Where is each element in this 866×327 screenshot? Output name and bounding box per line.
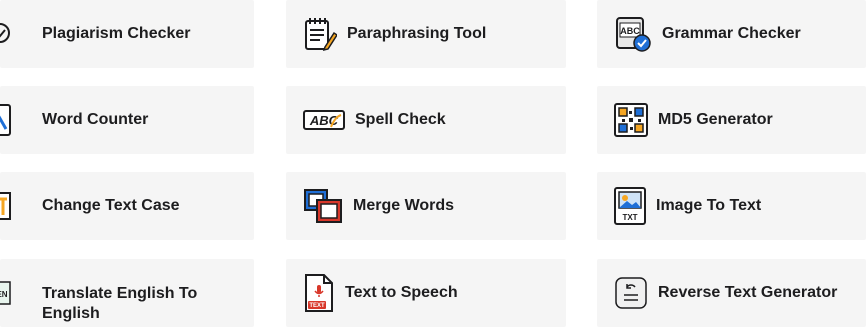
notepad-pencil-icon [305,18,337,52]
tool-label: Reverse Text Generator [658,284,838,301]
tool-label: Paraphrasing Tool [347,25,487,42]
tool-label: Image To Text [656,197,762,214]
tool-label: Spell Check [355,111,446,128]
tool-label: Merge Words [353,197,455,214]
tool-card-image-to-text[interactable]: TXT Image To Text [597,172,866,240]
microphone-file-icon: TEXT [305,274,333,312]
svg-text:EN: EN [0,290,8,299]
tool-card-word-counter[interactable]: Word Counter [0,86,254,154]
abc-check-icon: ABC [616,17,651,52]
abc-spell-icon: ABC [303,110,345,130]
tool-card-spell-check[interactable]: ABC Spell Check [286,86,566,154]
text-case-icon [0,192,11,220]
tool-label: Plagiarism Checker [42,25,191,42]
tool-label: Change Text Case [42,197,180,214]
tool-label: Translate English To English [42,285,198,322]
tool-label: Text to Speech [345,284,458,301]
document-icon [0,104,11,136]
tool-card-merge-words[interactable]: Merge Words [286,172,566,240]
tool-card-plagiarism-checker[interactable]: Plagiarism Checker [0,0,254,68]
tool-card-text-to-speech[interactable]: TEXT Text to Speech [286,259,566,327]
svg-text:TXT: TXT [622,213,637,222]
qr-code-icon [614,103,648,137]
translate-icon: EN [0,281,11,305]
tool-label: Word Counter [42,111,149,128]
svg-text:TEXT: TEXT [309,303,325,309]
magnifier-icon [0,23,10,43]
tool-label: MD5 Generator [658,111,773,128]
tool-card-md5-generator[interactable]: MD5 Generator [597,86,866,154]
tool-label: Grammar Checker [662,25,801,42]
tool-card-paraphrasing-tool[interactable]: Paraphrasing Tool [286,0,566,68]
tool-card-change-text-case[interactable]: Change Text Case [0,172,254,240]
merge-squares-icon [304,189,342,223]
tool-card-grammar-checker[interactable]: ABC Grammar Checker [597,0,866,68]
tool-card-translate-english-to-english[interactable]: EN Translate English To English [0,259,254,327]
image-txt-icon: TXT [614,187,646,225]
tool-card-reverse-text-generator[interactable]: Reverse Text Generator [597,259,866,327]
reverse-text-icon [615,277,647,309]
svg-text:ABC: ABC [620,26,640,36]
